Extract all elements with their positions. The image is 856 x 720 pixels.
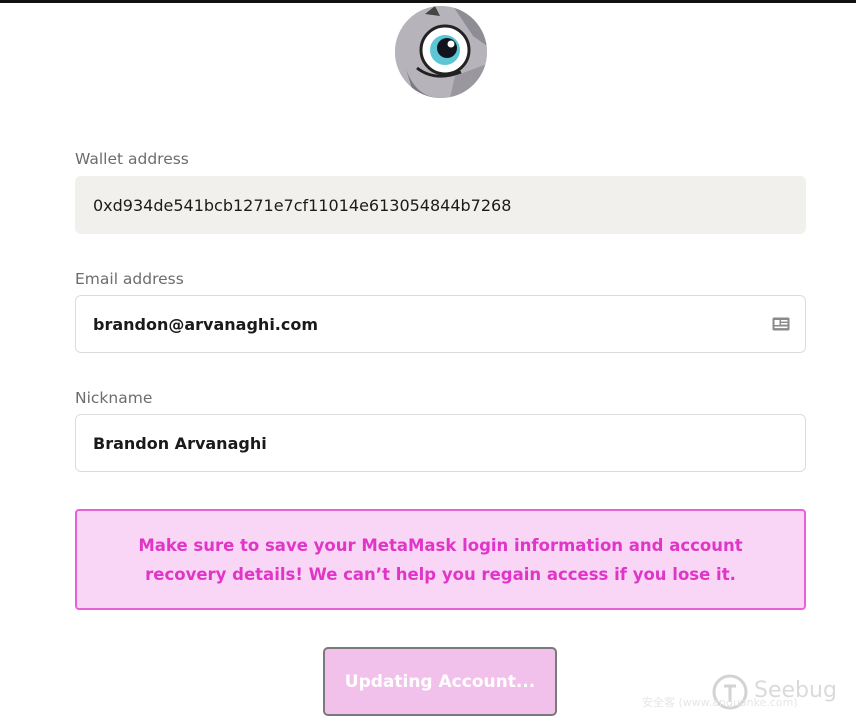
watermark-subtext: 安全客 (www.anquanke.com) xyxy=(642,696,798,709)
contact-card-icon[interactable] xyxy=(772,317,790,331)
updating-account-button[interactable]: Updating Account... xyxy=(323,647,557,716)
nickname-label: Nickname xyxy=(75,389,153,407)
profile-avatar xyxy=(395,6,487,98)
wallet-address-field: 0xd934de541bcb1271e7cf11014e613054844b72… xyxy=(75,176,806,234)
email-address-field[interactable]: brandon@arvanaghi.com xyxy=(75,295,806,353)
recovery-warning-text: Make sure to save your MetaMask login in… xyxy=(138,535,743,584)
nickname-value[interactable]: Brandon Arvanaghi xyxy=(93,434,805,453)
top-divider xyxy=(0,0,856,3)
email-address-value[interactable]: brandon@arvanaghi.com xyxy=(93,315,805,334)
recovery-warning-notice: Make sure to save your MetaMask login in… xyxy=(75,509,806,610)
wallet-address-value: 0xd934de541bcb1271e7cf11014e613054844b72… xyxy=(93,195,512,215)
nickname-field[interactable]: Brandon Arvanaghi xyxy=(75,414,806,472)
cartoon-eye-icon xyxy=(395,6,487,98)
email-address-label: Email address xyxy=(75,270,184,288)
wallet-address-label: Wallet address xyxy=(75,150,189,168)
watermark: Seebug 安全客 (www.anquanke.com) xyxy=(642,668,850,718)
